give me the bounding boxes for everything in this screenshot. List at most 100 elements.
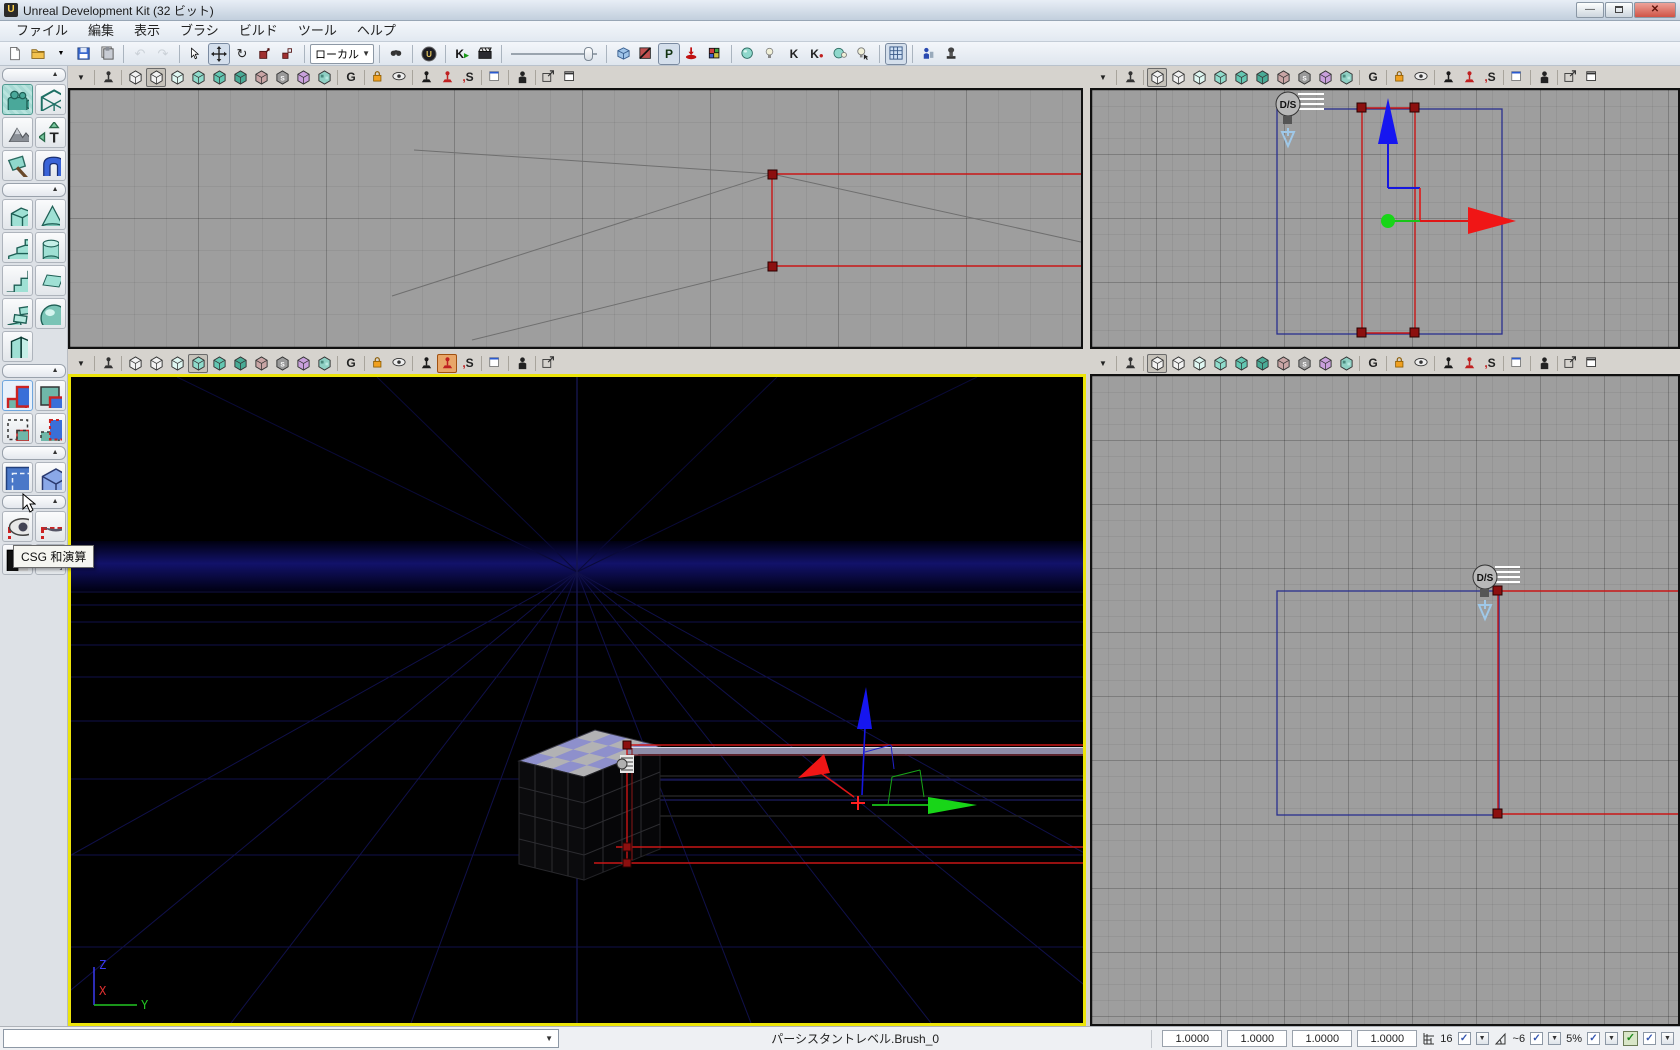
light-bulb-tool[interactable]	[760, 43, 782, 65]
viewmode-brush-wireframe[interactable]	[146, 67, 166, 87]
hide-selected[interactable]	[34, 511, 66, 542]
viewmode-detail-lighting[interactable]	[209, 354, 229, 373]
squint-mode[interactable]: ,S	[1480, 68, 1500, 87]
menu-tools[interactable]: ツール	[288, 21, 347, 41]
toggle-game-view[interactable]: G	[341, 354, 361, 373]
widget-origin[interactable]	[1381, 214, 1395, 228]
autosave-checkbox[interactable]: ✓	[1587, 1032, 1600, 1045]
brush-cylinder[interactable]	[34, 232, 66, 263]
brush-sheet[interactable]	[34, 265, 66, 296]
publish-button[interactable]: P	[658, 42, 680, 65]
float-viewport[interactable]	[1561, 354, 1581, 373]
maximize-viewport[interactable]	[1582, 68, 1602, 87]
drop-to-floor[interactable]	[681, 43, 703, 65]
toggle-game-view[interactable]: G	[1363, 354, 1383, 373]
terrain-mode[interactable]	[1, 117, 33, 148]
viewmode-detail-lighting[interactable]	[209, 68, 229, 87]
csg-intersect[interactable]	[1, 413, 33, 444]
toggle-joystick-dark[interactable]	[1438, 68, 1458, 87]
texture-paint-mode[interactable]	[1, 150, 33, 181]
viewmode-shader-complexity[interactable]: S	[272, 68, 292, 87]
locked-actor[interactable]	[1534, 68, 1554, 87]
add-volume[interactable]	[34, 462, 66, 493]
scale-nonuniform-tool[interactable]	[277, 43, 299, 65]
viewmode-lightmap-density[interactable]	[1336, 354, 1356, 373]
viewmode-shader-complexity[interactable]: S	[1294, 68, 1314, 87]
locked-actor[interactable]	[512, 68, 532, 87]
viewmode-brush-wireframe[interactable]	[1168, 354, 1188, 373]
brush-wireframe[interactable]	[594, 740, 1083, 868]
content-browser[interactable]	[612, 43, 634, 65]
drag-grid-z-field[interactable]: 1.0000	[1292, 1030, 1353, 1047]
show-actors-red[interactable]	[437, 68, 457, 87]
viewmode-lighting-only[interactable]	[230, 354, 250, 373]
lock-viewport[interactable]	[1390, 354, 1410, 373]
toggle-joystick-dark[interactable]	[1438, 354, 1458, 373]
locked-actor[interactable]	[1534, 354, 1554, 373]
scale-lock-dropdown[interactable]: ▼	[1661, 1032, 1674, 1045]
viewmode-lighting-only[interactable]	[1252, 354, 1272, 373]
open-kismet[interactable]: K▸	[451, 43, 473, 65]
viewmode-brush-wireframe[interactable]	[1168, 68, 1188, 87]
sphere-light-tool[interactable]	[829, 43, 851, 65]
widget-z-arrow[interactable]	[857, 687, 872, 729]
save-level[interactable]	[73, 43, 95, 65]
show-actors-red[interactable]	[1459, 354, 1479, 373]
brush-wireframe[interactable]	[771, 173, 1081, 267]
menu-build[interactable]: ビルド	[229, 21, 288, 41]
brush-sphere[interactable]	[34, 298, 66, 329]
close-button[interactable]: ✕	[1634, 2, 1676, 18]
viewmode-texture-density[interactable]	[1315, 354, 1335, 373]
maximize-viewport[interactable]	[1582, 354, 1602, 373]
float-viewport[interactable]	[539, 68, 559, 87]
viewmode-texture-density[interactable]	[1315, 68, 1335, 87]
squint-mode[interactable]: ,S	[1480, 354, 1500, 373]
view-options-dropdown[interactable]: ▼	[71, 68, 91, 87]
squint-mode[interactable]: ,S	[458, 354, 478, 373]
geometry-mode[interactable]	[34, 84, 66, 115]
viewmode-unlit[interactable]	[167, 354, 187, 373]
viewmode-lightmap-density[interactable]	[314, 68, 334, 87]
viewmode-lightmap-density[interactable]	[1336, 68, 1356, 87]
toggle-game-view[interactable]: G	[341, 68, 361, 87]
play-in-editor[interactable]: U	[418, 43, 440, 65]
viewmode-lit[interactable]	[1210, 354, 1230, 373]
open-matinee[interactable]	[474, 43, 496, 65]
toggle-joystick-dark[interactable]	[416, 68, 436, 87]
brush-polys-toggle[interactable]	[635, 43, 657, 65]
bulb-picker-tool[interactable]	[852, 43, 874, 65]
translate-tool[interactable]	[208, 42, 230, 65]
grid-snap-checkbox[interactable]: ✓	[1457, 1032, 1471, 1045]
drag-grid-y-field[interactable]: 1.0000	[1227, 1030, 1288, 1047]
widget-x-arrow[interactable]	[1468, 207, 1516, 234]
viewmode-detail-lighting[interactable]	[1231, 68, 1251, 87]
viewmode-wireframe[interactable]	[125, 354, 145, 373]
viewmode-light-complexity[interactable]	[251, 354, 271, 373]
viewmode-texture-density[interactable]	[293, 354, 313, 373]
csg-deintersect[interactable]	[34, 413, 66, 444]
viewmode-shader-complexity[interactable]: S	[272, 354, 292, 373]
safe-frames[interactable]	[1507, 354, 1527, 373]
show-flags[interactable]	[1411, 68, 1431, 87]
grid-toggle[interactable]	[885, 42, 907, 65]
viewport-top[interactable]	[68, 88, 1083, 349]
show-flags[interactable]	[1411, 354, 1431, 373]
transform-space-select[interactable]: ローカル ▼	[310, 43, 374, 64]
prefab-mosaic[interactable]	[704, 43, 726, 65]
viewmode-wireframe[interactable]	[125, 68, 145, 87]
view-options-dropdown[interactable]: ▼	[71, 354, 91, 373]
menu-brush[interactable]: ブラシ	[170, 21, 229, 41]
find-actor[interactable]	[385, 43, 407, 65]
viewport-perspective[interactable]: Z X Y	[68, 374, 1086, 1026]
rotate-tool[interactable]: ↻	[231, 43, 253, 65]
view-options-dropdown[interactable]: ▼	[1093, 68, 1113, 87]
level-selector-dropdown[interactable]: ▼	[3, 1029, 559, 1048]
safe-frames[interactable]	[485, 68, 505, 87]
brush-wireframe[interactable]	[1497, 590, 1678, 815]
rotation-grid-dropdown[interactable]: ▼	[1548, 1032, 1562, 1045]
brush-cube[interactable]	[1, 199, 33, 230]
save-all[interactable]	[96, 43, 118, 65]
rotation-snap-checkbox[interactable]: ✓	[1530, 1032, 1544, 1045]
toggle-realtime[interactable]	[98, 68, 118, 87]
safe-frames[interactable]	[485, 354, 505, 373]
